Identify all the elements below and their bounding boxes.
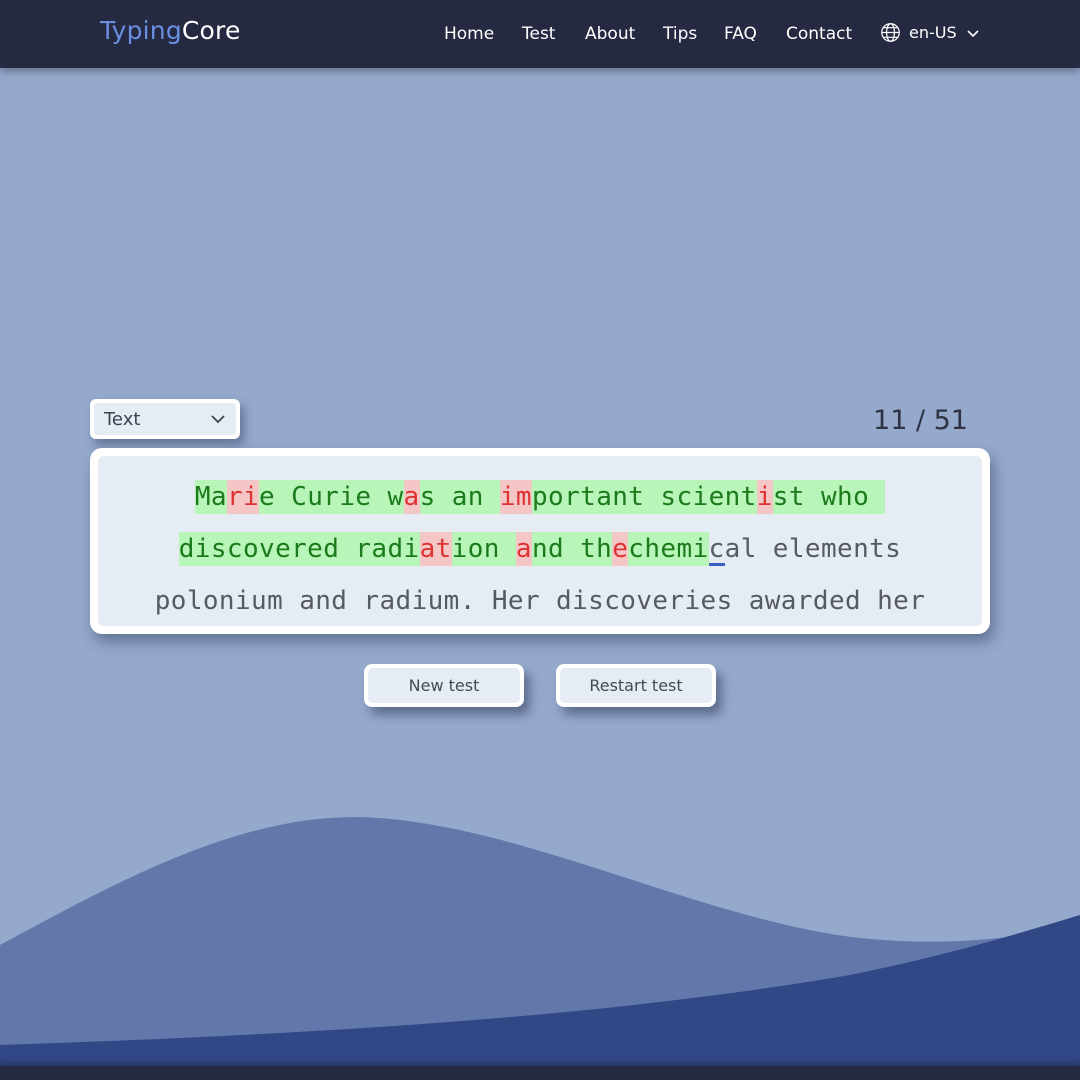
brand-part-2: Core [181, 16, 241, 45]
nav-faq[interactable]: FAQ [724, 24, 757, 44]
language-label: en-US [909, 23, 957, 42]
chevron-down-icon [967, 29, 979, 37]
top-navbar: TypingCore Home Test About Tips FAQ Cont… [0, 0, 1080, 68]
new-test-label: New test [368, 668, 520, 703]
nav-home[interactable]: Home [444, 24, 494, 44]
untyped-text: polonium and radium. Her discoveries awa… [154, 586, 926, 616]
typed-correct-text: chemi [628, 532, 709, 566]
text-line-3: polonium and radium. Her discoveries awa… [98, 584, 982, 618]
typed-correct-text: nd th [531, 532, 613, 566]
mode-select-value: Text [104, 408, 141, 430]
typing-text-box[interactable]: Marie Curie was an important scientist w… [90, 448, 990, 634]
typed-correct-text: portant scient [531, 480, 757, 514]
new-test-button[interactable]: New test [364, 664, 524, 707]
typed-correct-text: Ma [194, 480, 227, 514]
typed-correct-text: discovered radi [178, 532, 420, 566]
brand-logo[interactable]: TypingCore [100, 16, 241, 45]
brand-part-1: Typing [100, 16, 182, 45]
untyped-text: al elements [724, 534, 902, 564]
language-selector[interactable]: en-US [880, 22, 981, 43]
globe-icon [881, 23, 900, 42]
typed-correct-text: s an [419, 480, 500, 514]
restart-test-button[interactable]: Restart test [556, 664, 716, 707]
nav-tips[interactable]: Tips [663, 24, 697, 44]
typed-correct-text: e Curie w [259, 480, 404, 514]
nav-contact[interactable]: Contact [786, 24, 852, 44]
restart-test-label: Restart test [560, 668, 712, 703]
typed-incorrect-text: a [515, 532, 532, 566]
nav-test[interactable]: Test [522, 24, 555, 44]
mode-select[interactable]: Text [90, 399, 240, 439]
typed-incorrect-text: e [612, 532, 629, 566]
typed-correct-text: ion [451, 532, 516, 566]
typed-incorrect-text: i [756, 480, 773, 514]
text-line-1: Marie Curie was an important scientist w… [98, 480, 982, 514]
word-counter: 11 / 51 [873, 405, 968, 436]
typed-incorrect-text: a [403, 480, 420, 514]
typed-correct-text: st who [772, 480, 886, 514]
footer-bar [0, 1066, 1080, 1080]
cursor-character: c [708, 534, 725, 564]
typed-incorrect-text: at [419, 532, 452, 566]
text-line-2: discovered radiation and thechemical ele… [98, 532, 982, 566]
typed-incorrect-text: im [499, 480, 532, 514]
chevron-down-icon [211, 415, 225, 424]
nav-about[interactable]: About [585, 24, 635, 44]
typed-incorrect-text: ri [226, 480, 260, 514]
